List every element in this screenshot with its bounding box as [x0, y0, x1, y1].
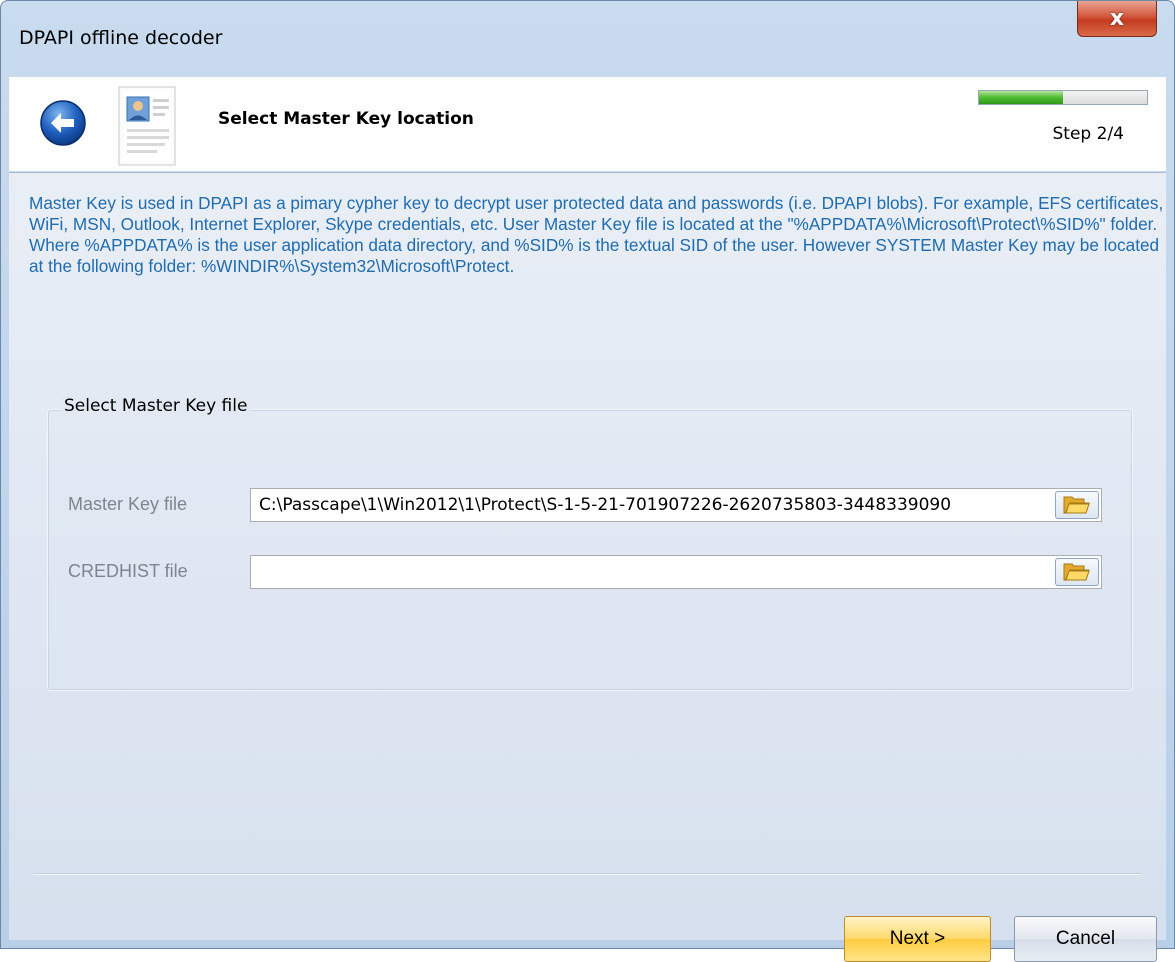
cancel-button[interactable]: Cancel [1014, 916, 1157, 962]
document-user-icon [118, 86, 176, 166]
dialog-window: DPAPI offline decoder x Select Master Ke… [0, 0, 1175, 962]
folder-open-icon [1063, 563, 1090, 581]
back-arrow-icon[interactable] [39, 99, 87, 147]
master-key-input[interactable]: C:\Passcape\1\Win2012\1\Protect\S-1-5-21… [250, 488, 1102, 522]
cancel-button-label: Cancel [1055, 928, 1116, 949]
groupbox-title: Select Master Key file [60, 396, 252, 416]
next-button-label: Next > [889, 928, 946, 949]
close-button[interactable]: x [1077, 1, 1157, 37]
master-key-value: C:\Passcape\1\Win2012\1\Protect\S-1-5-21… [259, 495, 952, 515]
close-icon: x [1109, 6, 1125, 31]
title-bar: DPAPI offline decoder x [1, 1, 1174, 77]
master-key-browse-button[interactable] [1055, 491, 1099, 519]
wizard-header: Select Master Key location Step 2/4 [9, 77, 1166, 171]
progress-fill [979, 91, 1063, 104]
credhist-input[interactable] [250, 555, 1102, 589]
master-key-label: Master Key file [68, 494, 188, 514]
page-title: Select Master Key location [218, 109, 474, 129]
credhist-label: CREDHIST file [68, 561, 188, 581]
credhist-browse-button[interactable] [1055, 558, 1099, 586]
footer-separator [34, 873, 1141, 875]
window-title: DPAPI offline decoder [19, 27, 223, 49]
folder-open-icon [1063, 496, 1090, 514]
description-text: Master Key is used in DPAPI as a pimary … [29, 193, 1164, 276]
step-progress-bar [978, 90, 1148, 105]
step-label: Step 2/4 [1052, 124, 1124, 144]
master-key-groupbox: Select Master Key file Master Key file C… [47, 396, 1133, 691]
wizard-content: Master Key is used in DPAPI as a pimary … [9, 172, 1166, 962]
next-button[interactable]: Next > [844, 916, 991, 962]
